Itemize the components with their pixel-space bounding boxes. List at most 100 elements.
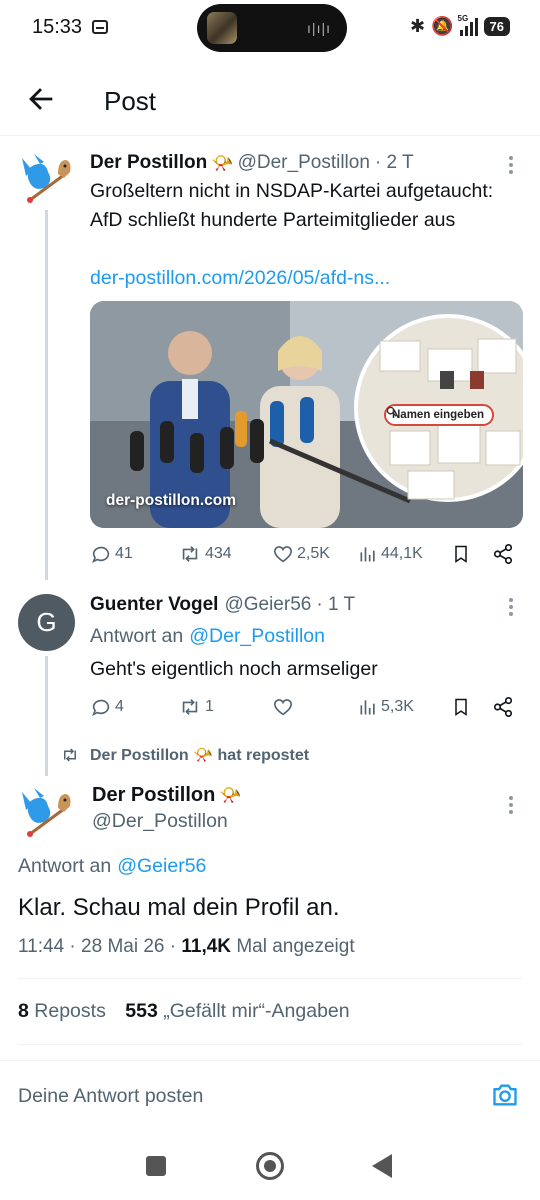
tweet-actions: 41 434 2,5K 44,1K bbox=[90, 542, 520, 566]
tweet-text: Großeltern nicht in NSDAP-Kartei aufgeta… bbox=[90, 180, 494, 231]
repost-icon bbox=[64, 748, 76, 762]
reply-to-handle[interactable]: @Geier56 bbox=[117, 855, 206, 878]
tweet-header: Der Postillon 📯 @Der_Postillon · 2 T bbox=[90, 152, 414, 174]
posthorn-badge-icon: 📯 bbox=[193, 747, 214, 764]
view-count: 5,3K bbox=[381, 698, 414, 715]
main-tweet-text: Klar. Schau mal dein Profil an. bbox=[18, 894, 340, 921]
repost-count: 1 bbox=[205, 698, 214, 715]
like-button[interactable] bbox=[272, 696, 297, 718]
search-label: Namen eingeben bbox=[392, 409, 485, 421]
thread-connector bbox=[45, 210, 48, 580]
author-name[interactable]: Der Postillon bbox=[90, 152, 207, 174]
repost-icon bbox=[182, 699, 198, 715]
posthorn-badge-icon: 📯 bbox=[219, 785, 242, 805]
back-arrow-icon[interactable] bbox=[24, 82, 58, 116]
repost-button[interactable]: 434 bbox=[178, 543, 232, 565]
reply-to-handle[interactable]: @Der_Postillon bbox=[189, 625, 325, 648]
reposts-label: Reposts bbox=[34, 1000, 106, 1022]
search-icon bbox=[386, 406, 397, 417]
views-button[interactable]: 5,3K bbox=[358, 697, 414, 717]
reply-context: Antwort an @Geier56 bbox=[18, 855, 206, 878]
post-date: 28 Mai 26 bbox=[81, 936, 165, 957]
status-icons: ✱ 🔕 5G 76 bbox=[410, 14, 510, 37]
like-button[interactable]: 2,5K bbox=[272, 543, 330, 565]
reposts-count: 8 bbox=[18, 1000, 29, 1022]
author-handle[interactable]: @Geier56 bbox=[224, 594, 311, 616]
heart-icon bbox=[273, 699, 293, 716]
engagement-stats: 8 Reposts 553 „Gefällt mir“-Angaben bbox=[18, 1000, 350, 1023]
postillon-avatar[interactable] bbox=[18, 782, 76, 840]
divider bbox=[18, 1044, 522, 1045]
home-button[interactable] bbox=[256, 1152, 284, 1180]
repost-suffix: hat repostet bbox=[217, 747, 310, 764]
post-age: · 2 T bbox=[374, 152, 414, 173]
media-source-label: der-postillon.com bbox=[106, 492, 237, 509]
reply-composer[interactable]: Deine Antwort posten bbox=[0, 1060, 540, 1126]
reposts-stat[interactable]: 8 Reposts bbox=[18, 1000, 106, 1022]
user-avatar[interactable]: G bbox=[18, 594, 75, 651]
thread-connector bbox=[45, 656, 48, 776]
battery-indicator: 76 bbox=[483, 17, 510, 36]
media-thumbnail bbox=[207, 12, 237, 44]
tweet-text: Geht's eigentlich noch armseliger bbox=[90, 658, 378, 680]
views-label: Mal angezeigt bbox=[236, 936, 355, 957]
camera-icon[interactable] bbox=[490, 1081, 520, 1109]
more-options-icon[interactable] bbox=[508, 156, 514, 177]
views-chart-icon bbox=[360, 700, 375, 715]
reply-input[interactable]: Deine Antwort posten bbox=[18, 1085, 203, 1108]
repost-button[interactable]: 1 bbox=[178, 696, 214, 718]
more-options-icon[interactable] bbox=[508, 796, 514, 817]
bookmark-icon[interactable] bbox=[451, 696, 471, 718]
likes-count: 553 bbox=[125, 1000, 158, 1022]
audio-wave-icon: ı|ı|ı bbox=[307, 20, 331, 36]
article-preview-image[interactable]: Namen eingeben der-postillon.com bbox=[90, 301, 523, 528]
mute-icon: 🔕 bbox=[431, 16, 454, 36]
post-time: 11:44 bbox=[18, 936, 65, 957]
view-count: 11,4K bbox=[181, 936, 232, 957]
author-name[interactable]: Guenter Vogel bbox=[90, 594, 218, 616]
more-options-icon[interactable] bbox=[508, 598, 514, 619]
likes-stat[interactable]: 553 „Gefällt mir“-Angaben bbox=[125, 1000, 349, 1022]
page-title: Post bbox=[104, 86, 157, 116]
repost-count: 434 bbox=[205, 545, 232, 562]
author-handle[interactable]: @Der_Postillon bbox=[92, 810, 228, 833]
view-count: 44,1K bbox=[381, 545, 423, 562]
reply-button[interactable]: 41 bbox=[90, 543, 133, 565]
main-tweet-author: Der Postillon 📯 bbox=[92, 784, 246, 807]
divider bbox=[18, 978, 522, 979]
tweet-meta: 11:44 · 28 Mai 26 · 11,4K Mal angezeigt bbox=[18, 936, 355, 957]
repost-icon bbox=[182, 546, 198, 562]
bluetooth-icon: ✱ bbox=[410, 16, 426, 36]
reply-count: 4 bbox=[115, 698, 124, 715]
bookmark-icon[interactable] bbox=[451, 543, 471, 565]
postillon-avatar[interactable] bbox=[18, 148, 76, 206]
reply-prefix: Antwort an bbox=[90, 625, 184, 647]
dynamic-island[interactable]: ı|ı|ı bbox=[197, 4, 347, 52]
share-icon[interactable] bbox=[492, 696, 514, 718]
signal-icon: 5G bbox=[458, 14, 478, 36]
repost-banner[interactable]: Der Postillon 📯 hat repostet bbox=[60, 745, 309, 765]
author-name[interactable]: Der Postillon bbox=[92, 784, 215, 807]
reposter-name: Der Postillon bbox=[90, 747, 189, 764]
views-chart-icon bbox=[360, 547, 375, 562]
article-link[interactable]: der-postillon.com/2026/05/afd-ns... bbox=[90, 264, 390, 293]
heart-icon bbox=[273, 546, 293, 563]
views-button[interactable]: 44,1K bbox=[358, 544, 423, 564]
name-search-box: Namen eingeben bbox=[384, 404, 495, 426]
author-handle[interactable]: @Der_Postillon bbox=[238, 152, 370, 174]
likes-label: „Gefällt mir“-Angaben bbox=[163, 1000, 350, 1022]
network-type: 5G bbox=[457, 13, 469, 23]
like-count: 2,5K bbox=[297, 545, 330, 562]
recents-button[interactable] bbox=[146, 1156, 166, 1176]
reply-count: 41 bbox=[115, 545, 133, 562]
post-age: · 1 T bbox=[316, 594, 356, 615]
system-nav-bar bbox=[0, 1132, 540, 1200]
posthorn-badge-icon: 📯 bbox=[211, 152, 234, 173]
reply-context: Antwort an @Der_Postillon bbox=[90, 625, 325, 648]
back-button[interactable] bbox=[372, 1154, 392, 1178]
share-icon[interactable] bbox=[492, 543, 514, 565]
tweet-actions: 4 1 5,3K bbox=[90, 695, 520, 719]
status-time: 15:33 bbox=[32, 16, 83, 38]
reply-button[interactable]: 4 bbox=[90, 696, 124, 718]
tweet-header: Guenter Vogel @Geier56 · 1 T bbox=[90, 594, 355, 616]
